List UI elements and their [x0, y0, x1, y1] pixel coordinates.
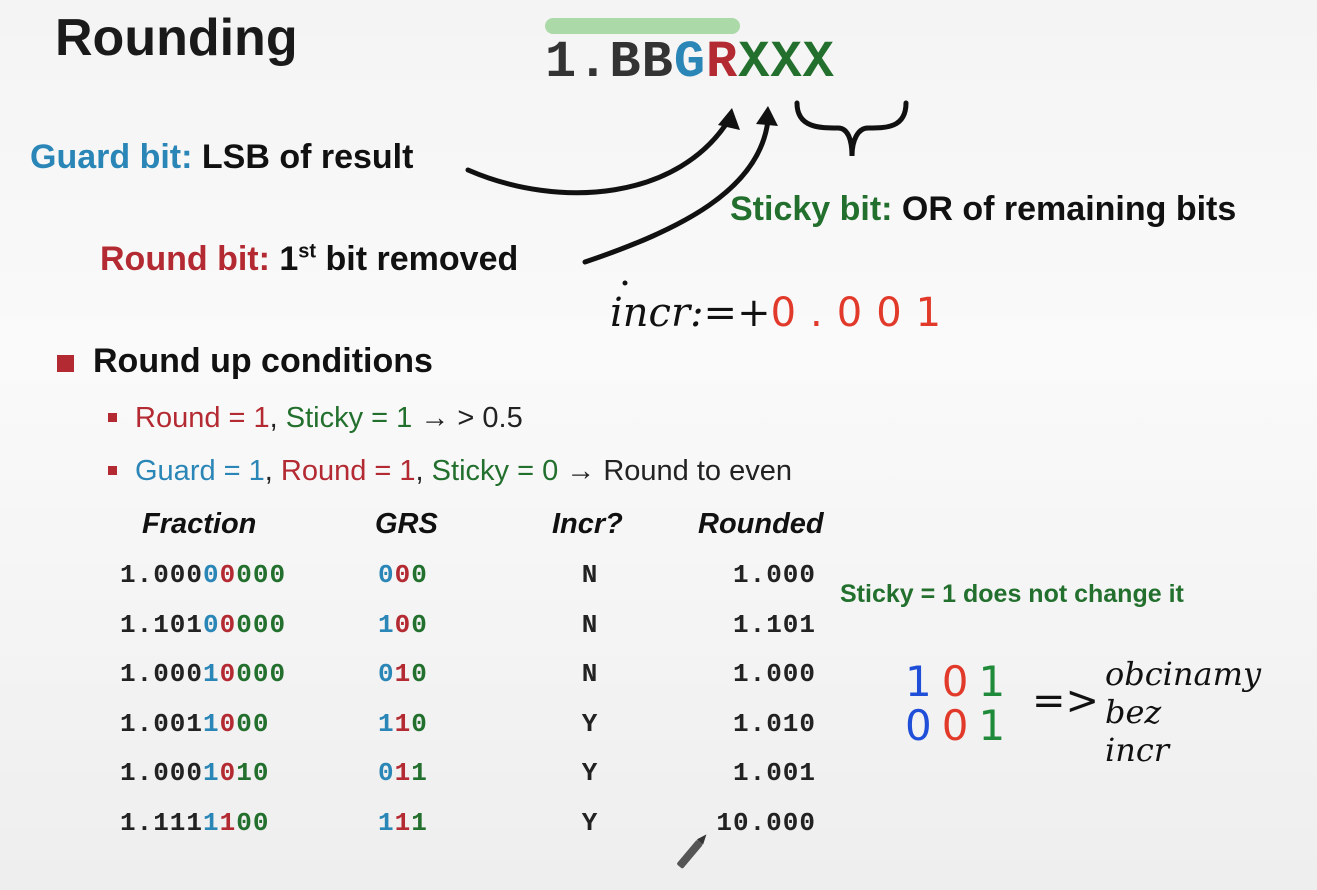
guard-arrow [465, 115, 733, 196]
hw-bit-top-r: 0 [941, 657, 979, 706]
round-arrowhead [756, 106, 778, 126]
hw-bit-bottom-s: 1 [978, 701, 1016, 750]
hw-bit-bottom-r: 0 [941, 701, 979, 750]
handwritten-comment: obcinamy bez incr [1105, 655, 1261, 769]
ink-dot [622, 280, 628, 286]
implies-symbol: => [1032, 678, 1099, 724]
hw-comment-line-2: bez [1105, 693, 1162, 731]
handwritten-incr: incr:=+0.001 [610, 290, 955, 336]
hw-bit-top-g: 1 [905, 657, 942, 706]
sticky-brace [794, 100, 909, 157]
hw-bit-top-s: 1 [978, 657, 1016, 706]
handwritten-incr-value: 0.001 [770, 290, 956, 336]
pen-cursor-icon [677, 834, 707, 869]
handwritten-bits: 101 001 [905, 660, 1015, 748]
handwritten-incr-label: incr:=+ [610, 290, 771, 336]
hw-comment-line-1: obcinamy [1105, 655, 1262, 693]
hw-comment-line-3: incr [1105, 731, 1170, 769]
hw-bit-bottom-g: 0 [905, 701, 942, 750]
